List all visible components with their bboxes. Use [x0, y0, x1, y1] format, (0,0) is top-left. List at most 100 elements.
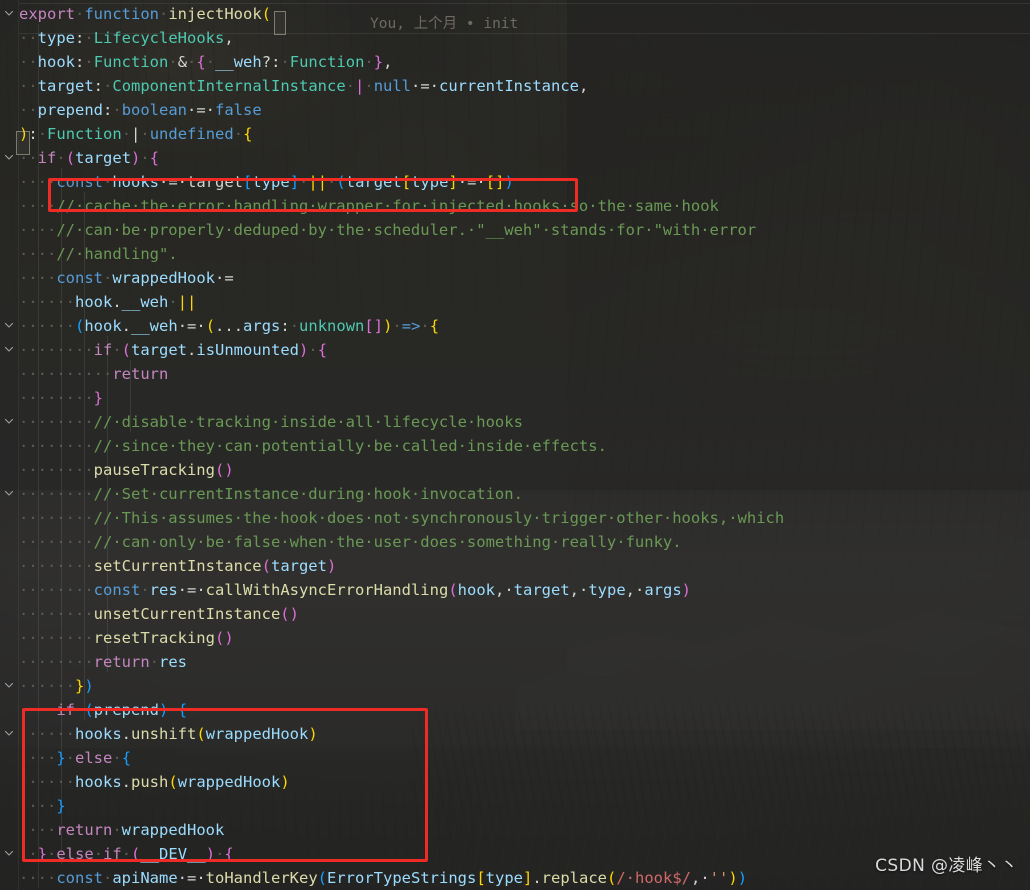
code-line[interactable]: ····}	[19, 794, 66, 818]
code-line[interactable]: ··target:·ComponentInternalInstance·|·nu…	[19, 74, 588, 98]
code-token: //·can·be·properly·deduped·by·the·schedu…	[56, 221, 757, 239]
code-line[interactable]: ··if·(target)·{	[19, 146, 159, 170]
code-line[interactable]: ··}·else·if·(__DEV__)·{	[19, 842, 234, 866]
code-line[interactable]: ········unsetCurrentInstance()	[19, 602, 299, 626]
code-line[interactable]: ········//·since·they·can·potentially·be…	[19, 434, 607, 458]
code-token: false	[215, 101, 262, 119]
code-token: wrappedHook	[177, 773, 281, 791]
code-line[interactable]: ····if·(prepend)·{	[19, 698, 187, 722]
code-token: LifecycleHooks	[93, 29, 225, 47]
blame-band-bottom-rule	[19, 33, 1030, 34]
code-token: }	[56, 797, 66, 815]
code-line[interactable]: ········if·(target.isUnmounted)·{	[19, 338, 327, 362]
code-token: )	[504, 173, 514, 191]
code-line[interactable]: ········//·Set·currentInstance·during·ho…	[19, 482, 523, 506]
code-token: ComponentInternalInstance	[112, 77, 346, 95]
code-token: ········	[19, 509, 94, 527]
code-line[interactable]: ):·Function·|·undefined·{	[19, 122, 252, 146]
code-token: {	[121, 749, 132, 767]
code-token: null	[373, 77, 412, 95]
code-token: ·=	[215, 269, 234, 287]
code-token: )	[159, 701, 169, 719]
code-line[interactable]: ········//·can·only·be·false·when·the·us…	[19, 530, 682, 554]
code-line[interactable]: ········}	[19, 386, 103, 410]
code-token: unsetCurrentInstance	[93, 605, 281, 623]
code-line[interactable]: ····const·wrappedHook·=	[19, 266, 234, 290]
code-content[interactable]: export·function·injectHook(··type:·Lifec…	[0, 0, 1030, 890]
code-token: }	[56, 749, 66, 767]
code-token: ····	[19, 869, 57, 887]
code-token: (	[75, 317, 85, 335]
code-line[interactable]: ········const·res·=·callWithAsyncErrorHa…	[19, 578, 691, 602]
code-token: ····	[19, 221, 57, 239]
code-token: ,·	[569, 581, 589, 599]
git-blame-annotation[interactable]: You, 上个月 • init	[370, 12, 518, 33]
code-line[interactable]: ······(hook.__weh·=·(...args:·unknown[])…	[19, 314, 439, 338]
code-token: .	[121, 317, 132, 335]
code-token: ·	[140, 149, 150, 167]
code-token: ·	[280, 53, 290, 71]
code-token: ·	[103, 77, 113, 95]
code-token: ·	[93, 845, 104, 863]
code-token: ········	[19, 581, 94, 599]
code-token: prepend	[37, 101, 103, 119]
code-token: )	[299, 341, 309, 359]
code-token: currentInstance	[439, 77, 579, 95]
code-token: ·	[149, 653, 159, 671]
code-token: wrappedHook	[121, 821, 225, 839]
code-token: }	[75, 677, 85, 695]
code-line[interactable]: ··prepend:·boolean·=·false	[19, 98, 262, 122]
code-line[interactable]: ········setCurrentInstance(target)	[19, 554, 336, 578]
code-line[interactable]: ····return·wrappedHook	[19, 818, 224, 842]
code-token: ··	[19, 29, 38, 47]
code-token: hooks	[75, 725, 122, 743]
code-token: ·	[112, 101, 122, 119]
code-token: res	[149, 581, 178, 599]
code-line[interactable]: ······hooks.unshift(wrappedHook)	[19, 722, 318, 746]
code-token: ·=·	[457, 173, 486, 191]
code-token: __weh	[215, 53, 262, 71]
code-token: (	[214, 629, 225, 647]
code-token: ]	[448, 173, 458, 191]
code-token: hooks	[112, 173, 160, 191]
code-token: apiName	[112, 869, 178, 887]
code-token: {	[317, 341, 328, 359]
code-token: type	[411, 173, 449, 191]
code-line[interactable]: ····const·hooks·=·target[type]·||·(targe…	[19, 170, 514, 194]
code-line[interactable]: ··type:·LifecycleHooks,	[19, 26, 234, 50]
code-token: {	[196, 53, 206, 71]
code-line[interactable]: ········pauseTracking()	[19, 458, 234, 482]
code-line[interactable]: ····//·can·be·properly·deduped·by·the·sc…	[19, 218, 756, 242]
code-token: (	[131, 845, 141, 863]
code-token: &	[177, 53, 188, 71]
code-line[interactable]: export·function·injectHook(	[19, 2, 271, 26]
code-line[interactable]: ······hooks.push(wrappedHook)	[19, 770, 290, 794]
code-token: //·disable·tracking·inside·all·lifecycle…	[93, 413, 523, 431]
code-token: )	[224, 461, 234, 479]
code-line[interactable]: ······hook.__weh·||	[19, 290, 196, 314]
code-token: //·can·only·be·false·when·the·user·does·…	[93, 533, 682, 551]
code-token: =>	[401, 317, 421, 335]
code-line[interactable]: ······})	[19, 674, 94, 698]
code-token: return	[112, 365, 169, 383]
code-token: [	[476, 869, 486, 887]
code-token: ·	[56, 149, 66, 167]
code-token: )	[383, 317, 393, 335]
code-line[interactable]: ····//·handling".	[19, 242, 178, 266]
code-line[interactable]: ··hook:·Function·&·{·__weh?:·Function·},	[19, 50, 392, 74]
code-token: replace	[541, 869, 607, 887]
code-line[interactable]: ····}·else·{	[19, 746, 131, 770]
code-line[interactable]: ········//·disable·tracking·inside·all·l…	[19, 410, 523, 434]
code-token: {	[243, 125, 253, 143]
code-token: //·This·assumes·the·hook·does·not·synchr…	[93, 509, 785, 527]
code-line[interactable]: ········resetTracking()	[19, 626, 234, 650]
code-token: /·hook$/	[616, 869, 691, 887]
code-line[interactable]: ········return·res	[19, 650, 187, 674]
code-line[interactable]: ····const·apiName·=·toHandlerKey(ErrorTy…	[19, 866, 747, 890]
code-line[interactable]: ··········return	[19, 362, 168, 386]
code-token: )	[131, 149, 141, 167]
code-line[interactable]: ····//·cache·the·error·handling·wrapper·…	[19, 194, 719, 218]
code-line[interactable]: ········//·This·assumes·the·hook·does·no…	[19, 506, 784, 530]
code-token: ·=·	[177, 317, 206, 335]
code-token: setCurrentInstance	[93, 557, 262, 575]
